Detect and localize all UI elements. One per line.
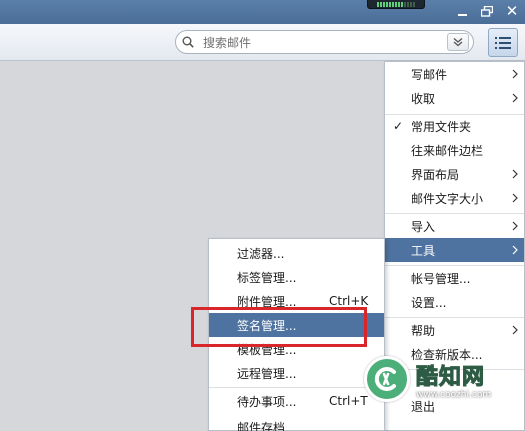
search-box xyxy=(175,30,474,54)
search-input[interactable] xyxy=(203,34,418,51)
watermark-brand: 酷知网 xyxy=(415,365,486,391)
menu-item-label: 设置... xyxy=(411,295,447,310)
main-menu-button[interactable] xyxy=(488,28,518,57)
close-icon: ✕ xyxy=(505,2,519,20)
menu-item-tools[interactable]: 工具 xyxy=(385,238,524,262)
menu-item-label: 远程管理... xyxy=(237,366,297,381)
submenu-arrow-icon xyxy=(512,325,518,335)
hamburger-menu-icon xyxy=(495,36,511,49)
menu-item-label: 标签管理... xyxy=(237,270,297,285)
menu-item-shortcut: Ctrl+T xyxy=(329,394,368,408)
restore-button[interactable] xyxy=(478,3,496,19)
menu-item-label: 帐号管理... xyxy=(411,271,471,286)
submenu-arrow-icon xyxy=(512,93,518,103)
submenu-item-archive[interactable]: 邮件存档 xyxy=(209,415,384,431)
submenu-arrow-icon xyxy=(512,245,518,255)
menu-item-label: 邮件存档 xyxy=(237,420,286,431)
close-button[interactable]: ✕ xyxy=(503,2,521,20)
toolbar xyxy=(0,24,525,61)
menu-item-compose[interactable]: 写邮件 xyxy=(385,62,524,86)
submenu-item-filters[interactable]: 过滤器... xyxy=(209,241,384,265)
submenu-arrow-icon xyxy=(512,193,518,203)
chevron-down-double-icon xyxy=(453,38,463,47)
submenu-item-todo[interactable]: 待办事项... Ctrl+T xyxy=(209,389,384,413)
menu-separator xyxy=(209,387,384,388)
menu-item-accounts[interactable]: 帐号管理... xyxy=(385,266,524,290)
annotation-highlight-box xyxy=(191,307,367,347)
menu-item-label: 工具 xyxy=(411,243,436,258)
watermark: 酷知网 www.coozhi.com xyxy=(364,356,524,416)
search-icon xyxy=(182,36,194,48)
menu-item-font-size[interactable]: 邮件文字大小 xyxy=(385,186,524,210)
menu-item-label: 待办事项... xyxy=(237,394,297,409)
menu-item-shortcut: Ctrl+K xyxy=(329,294,369,308)
title-bar: ✕ xyxy=(0,0,525,24)
menu-item-label: 帮助 xyxy=(411,323,436,338)
menu-item-label: 邮件文字大小 xyxy=(411,191,484,206)
menu-item-label: 导入 xyxy=(411,219,436,234)
submenu-arrow-icon xyxy=(512,169,518,179)
menu-item-label: 常用文件夹 xyxy=(411,119,472,134)
status-indicator xyxy=(367,0,425,9)
search-options-button[interactable] xyxy=(447,33,469,51)
watermark-url: www.coozhi.com xyxy=(416,390,492,400)
menu-item-common-folders[interactable]: ✓ 常用文件夹 xyxy=(385,114,524,138)
submenu-item-tags[interactable]: 标签管理... xyxy=(209,265,384,289)
menu-item-label: 收取 xyxy=(411,91,436,106)
checkmark-icon: ✓ xyxy=(393,119,404,133)
menu-item-settings[interactable]: 设置... xyxy=(385,290,524,314)
menu-item-layout[interactable]: 界面布局 xyxy=(385,162,524,186)
submenu-arrow-icon xyxy=(512,221,518,231)
menu-item-import[interactable]: 导入 xyxy=(385,214,524,238)
restore-icon xyxy=(481,5,493,17)
menu-item-label: 写邮件 xyxy=(411,67,448,82)
menu-item-contact-sidebar[interactable]: 往来邮件边栏 xyxy=(385,138,524,162)
menu-item-receive[interactable]: 收取 xyxy=(385,86,524,110)
menu-item-label: 往来邮件边栏 xyxy=(411,143,484,158)
menu-item-label: 界面布局 xyxy=(411,167,460,182)
menu-item-label: 过滤器... xyxy=(237,246,285,261)
coozhi-logo-icon xyxy=(364,356,410,402)
minimize-icon xyxy=(457,14,467,16)
menu-item-help[interactable]: 帮助 xyxy=(385,318,524,342)
submenu-arrow-icon xyxy=(512,69,518,79)
submenu-item-remote[interactable]: 远程管理... xyxy=(209,361,384,385)
minimize-button[interactable] xyxy=(453,3,471,19)
